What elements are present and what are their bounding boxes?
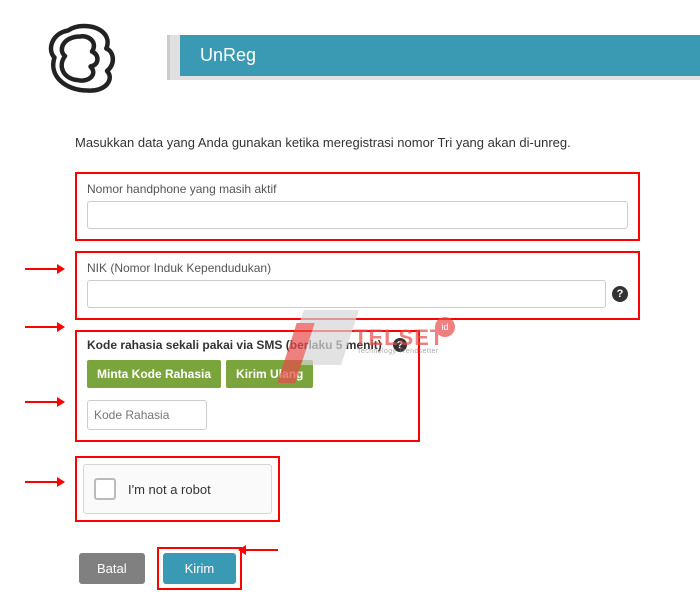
resend-code-button[interactable]: Kirim Ulang — [226, 360, 313, 388]
captcha-box: I'm not a robot — [75, 456, 280, 522]
help-icon[interactable]: ? — [393, 338, 407, 352]
help-icon[interactable]: ? — [612, 286, 628, 302]
recaptcha-widget[interactable]: I'm not a robot — [83, 464, 272, 514]
page-title: UnReg — [200, 45, 256, 66]
recaptcha-label: I'm not a robot — [128, 482, 211, 497]
page-title-band: UnReg — [170, 35, 700, 80]
nik-input[interactable] — [87, 280, 606, 308]
recaptcha-checkbox[interactable] — [94, 478, 116, 500]
nik-label: NIK (Nomor Induk Kependudukan) — [87, 261, 628, 275]
phone-field-box: Nomor handphone yang masih aktif — [75, 172, 640, 241]
cancel-button[interactable]: Batal — [79, 553, 145, 584]
header: UnReg — [0, 0, 700, 105]
nik-field-box: NIK (Nomor Induk Kependudukan) ? — [75, 251, 640, 320]
kode-heading: Kode rahasia sekali pakai via SMS (berla… — [87, 338, 408, 352]
action-row: Batal Kirim — [75, 547, 640, 590]
request-code-button[interactable]: Minta Kode Rahasia — [87, 360, 221, 388]
kode-section: Kode rahasia sekali pakai via SMS (berla… — [75, 330, 420, 442]
kode-heading-text: Kode rahasia sekali pakai via SMS (berla… — [87, 338, 382, 352]
submit-button[interactable]: Kirim — [163, 553, 237, 584]
intro-text: Masukkan data yang Anda gunakan ketika m… — [75, 135, 640, 150]
kode-input[interactable] — [87, 400, 207, 430]
submit-highlight: Kirim — [157, 547, 243, 590]
phone-label: Nomor handphone yang masih aktif — [87, 182, 628, 196]
phone-input[interactable] — [87, 201, 628, 229]
form-content: Masukkan data yang Anda gunakan ketika m… — [0, 105, 700, 600]
tri-logo — [40, 20, 120, 95]
